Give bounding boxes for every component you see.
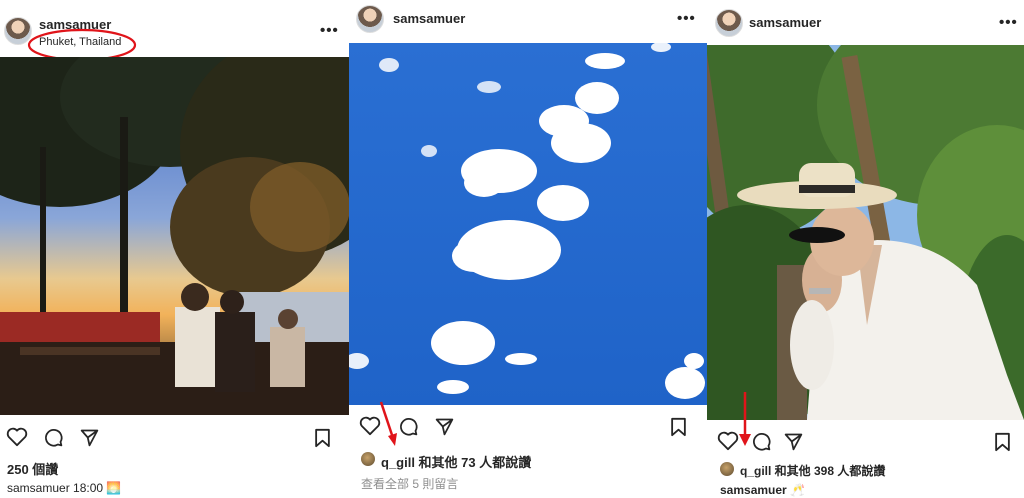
sky-clouds-image <box>349 43 707 405</box>
bookmark-icon[interactable] <box>994 432 1011 452</box>
sunset-trees-image <box>0 57 349 415</box>
post-photo[interactable] <box>0 57 349 415</box>
post-username[interactable]: samsamuer <box>393 11 465 26</box>
annotation-arrow <box>379 401 397 446</box>
heart-icon[interactable] <box>717 431 739 451</box>
bookmark-icon[interactable] <box>314 428 331 448</box>
caption: samsamuer 18:00 🌅 <box>7 481 121 495</box>
caption-text: 18:00 🌅 <box>73 481 122 495</box>
more-options-button[interactable]: ••• <box>999 14 1018 31</box>
caption-username[interactable]: samsamuer <box>720 483 787 497</box>
annotation-arrow <box>739 392 751 446</box>
avatar[interactable] <box>356 5 384 33</box>
post-1: samsamuer Phuket, Thailand ••• 250 個讚 sa… <box>0 0 349 498</box>
view-comments-link[interactable]: 查看全部 5 則留言 <box>361 475 458 492</box>
share-icon[interactable] <box>79 427 100 448</box>
likes-count[interactable]: 250 個讚 <box>7 459 58 478</box>
post-username[interactable]: samsamuer <box>749 15 821 30</box>
more-options-button[interactable]: ••• <box>320 22 339 39</box>
comment-icon[interactable] <box>43 427 64 448</box>
post-2: samsamuer ••• q_gill 和其他 73 人都說讚 查看全部 5 … <box>349 0 707 498</box>
caption: samsamuer 🥂 <box>720 483 805 497</box>
liker-avatar[interactable] <box>361 452 375 466</box>
post-3: samsamuer ••• q_gill 和其他 398 人都說讚 samsam… <box>707 0 1024 498</box>
post-photo[interactable] <box>707 45 1024 420</box>
heart-icon[interactable] <box>6 427 28 447</box>
caption-username[interactable]: samsamuer <box>7 481 70 495</box>
liker-avatar[interactable] <box>720 462 734 476</box>
more-options-button[interactable]: ••• <box>677 10 696 27</box>
liked-by[interactable]: q_gill 和其他 398 人都說讚 <box>740 462 885 479</box>
man-in-hat-image <box>707 45 1024 420</box>
comment-icon[interactable] <box>751 431 772 452</box>
share-icon[interactable] <box>783 431 804 452</box>
comment-icon[interactable] <box>398 416 419 437</box>
post-photo[interactable] <box>349 43 707 405</box>
avatar[interactable] <box>715 9 743 37</box>
bookmark-icon[interactable] <box>670 417 687 437</box>
share-icon[interactable] <box>434 416 455 437</box>
liked-by[interactable]: q_gill 和其他 73 人都說讚 <box>381 452 531 471</box>
caption-text: 🥂 <box>790 483 806 497</box>
